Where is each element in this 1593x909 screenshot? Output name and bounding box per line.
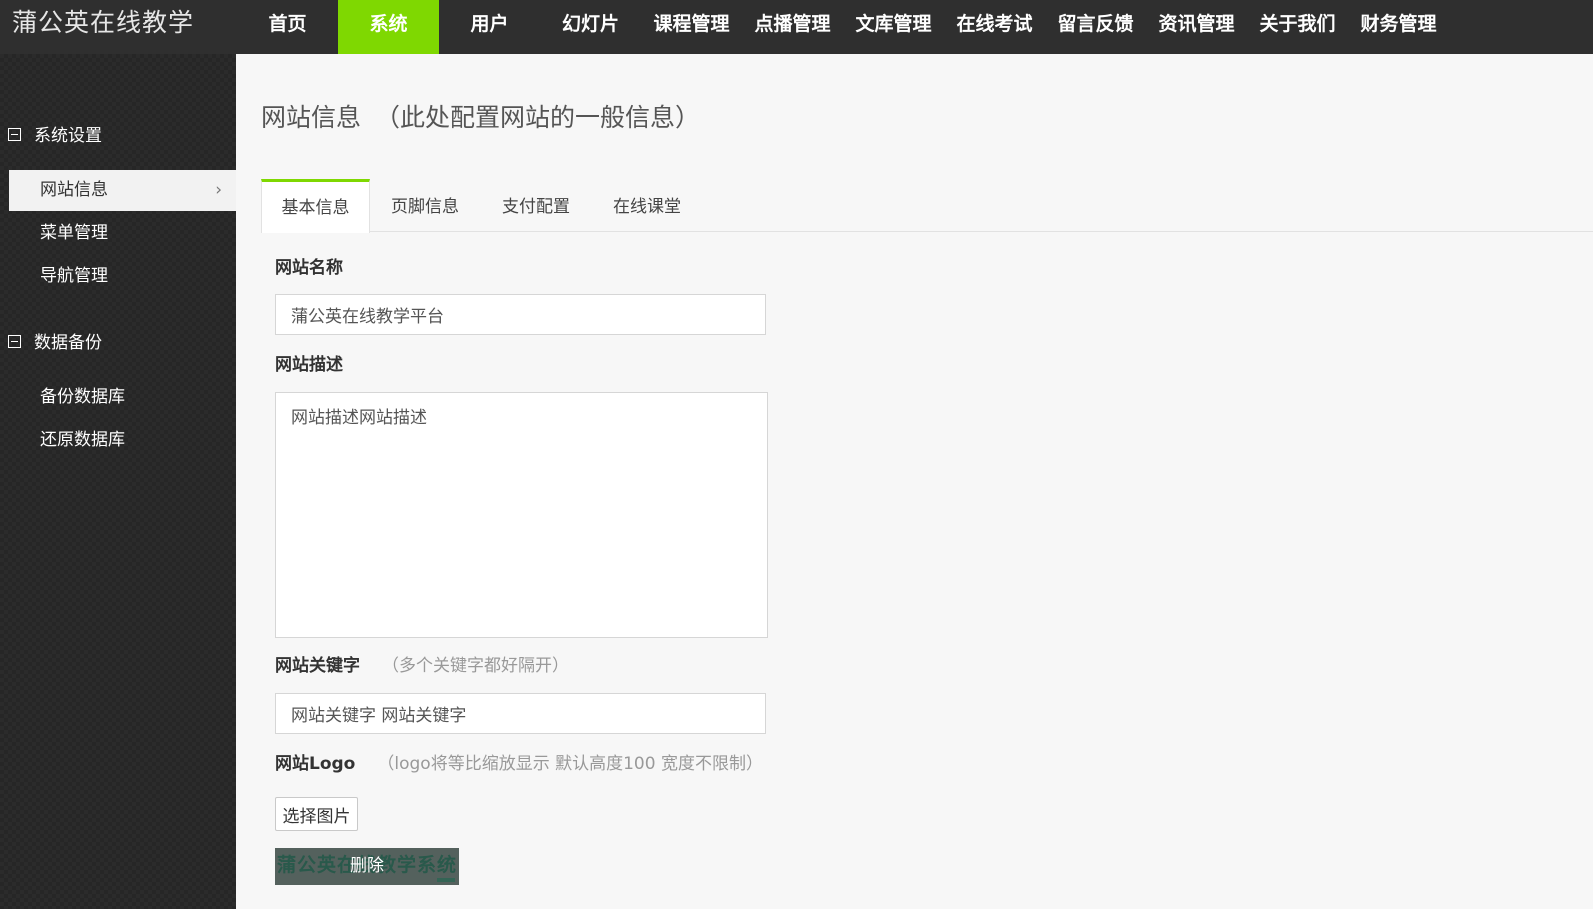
nav-item-home[interactable]: 首页 bbox=[237, 0, 338, 54]
tab-footer-info[interactable]: 页脚信息 bbox=[391, 179, 459, 231]
sidebar-item-menu-management[interactable]: 菜单管理 bbox=[9, 213, 236, 254]
site-keywords-label-text: 网站关键字 bbox=[275, 656, 360, 676]
collapse-icon bbox=[8, 335, 21, 348]
choose-image-button[interactable]: 选择图片 bbox=[275, 797, 358, 831]
sidebar-group-label: 数据备份 bbox=[34, 333, 102, 353]
nav-item-feedback[interactable]: 留言反馈 bbox=[1045, 0, 1146, 54]
nav-item-system[interactable]: 系统 bbox=[338, 0, 439, 54]
site-logo-label-text: 网站Logo bbox=[275, 754, 356, 774]
site-keywords-hint: （多个关键字都好隔开） bbox=[382, 656, 569, 676]
collapse-icon bbox=[8, 128, 21, 141]
sidebar-item-backup-database[interactable]: 备份数据库 bbox=[9, 377, 236, 418]
tab-payment-config[interactable]: 支付配置 bbox=[502, 179, 570, 231]
nav-item-course-management[interactable]: 课程管理 bbox=[641, 0, 742, 54]
site-description-label: 网站描述 bbox=[275, 355, 343, 375]
delete-logo-button[interactable]: 删除 bbox=[275, 848, 459, 885]
nav-item-users[interactable]: 用户 bbox=[439, 0, 540, 54]
sidebar-item-label: 导航管理 bbox=[40, 266, 108, 286]
nav-item-news-management[interactable]: 资讯管理 bbox=[1146, 0, 1247, 54]
logo-preview: 蒲公英在线教学系统 删除 bbox=[275, 848, 459, 885]
site-name-label: 网站名称 bbox=[275, 258, 343, 278]
sidebar-item-label: 备份数据库 bbox=[40, 387, 125, 407]
nav-item-finance-management[interactable]: 财务管理 bbox=[1348, 0, 1449, 54]
tab-online-classroom[interactable]: 在线课堂 bbox=[613, 179, 681, 231]
page-title-note: （此处配置网站的一般信息） bbox=[375, 103, 701, 132]
settings-tabs: 基本信息 页脚信息 支付配置 在线课堂 bbox=[261, 179, 1593, 233]
chevron-right-icon: › bbox=[215, 180, 222, 200]
sidebar-item-label: 菜单管理 bbox=[40, 223, 108, 243]
site-logo-label: 网站Logo （logo将等比缩放显示 默认高度100 宽度不限制） bbox=[275, 749, 763, 774]
sidebar-item-restore-database[interactable]: 还原数据库 bbox=[9, 420, 236, 461]
nav-item-library-management[interactable]: 文库管理 bbox=[843, 0, 944, 54]
top-nav: 首页 系统 用户 幻灯片 课程管理 点播管理 文库管理 在线考试 留言反馈 资讯… bbox=[237, 0, 1449, 54]
tab-basic-info[interactable]: 基本信息 bbox=[261, 179, 370, 233]
page-title-text: 网站信息 bbox=[261, 103, 362, 132]
site-description-textarea[interactable]: 网站描述网站描述 bbox=[275, 392, 768, 638]
site-keywords-input[interactable] bbox=[275, 693, 766, 734]
sidebar-item-navigation-management[interactable]: 导航管理 bbox=[9, 256, 236, 297]
site-keywords-label: 网站关键字 （多个关键字都好隔开） bbox=[275, 651, 569, 676]
sidebar: 系统设置 网站信息 › 菜单管理 导航管理 数据备份 备份数据库 还原数据库 bbox=[0, 54, 236, 909]
sidebar-group-data-backup[interactable]: 数据备份 bbox=[8, 331, 102, 355]
top-navbar: 蒲公英在线教学 首页 系统 用户 幻灯片 课程管理 点播管理 文库管理 在线考试… bbox=[0, 0, 1593, 54]
nav-item-vod-management[interactable]: 点播管理 bbox=[742, 0, 843, 54]
sidebar-group-label: 系统设置 bbox=[34, 126, 102, 146]
nav-item-online-exam[interactable]: 在线考试 bbox=[944, 0, 1045, 54]
nav-item-about-us[interactable]: 关于我们 bbox=[1247, 0, 1348, 54]
brand-title[interactable]: 蒲公英在线教学 bbox=[12, 0, 194, 46]
page-title: 网站信息 （此处配置网站的一般信息） bbox=[261, 98, 700, 134]
sidebar-item-label: 还原数据库 bbox=[40, 430, 125, 450]
nav-item-slideshow[interactable]: 幻灯片 bbox=[540, 0, 641, 54]
site-logo-hint: （logo将等比缩放显示 默认高度100 宽度不限制） bbox=[377, 754, 763, 774]
main-content: 网站信息 （此处配置网站的一般信息） 基本信息 页脚信息 支付配置 在线课堂 网站… bbox=[236, 54, 1593, 909]
sidebar-group-system-settings[interactable]: 系统设置 bbox=[8, 124, 102, 148]
sidebar-item-label: 网站信息 bbox=[40, 180, 108, 200]
sidebar-item-site-info[interactable]: 网站信息 › bbox=[9, 170, 236, 211]
site-name-input[interactable] bbox=[275, 294, 766, 335]
